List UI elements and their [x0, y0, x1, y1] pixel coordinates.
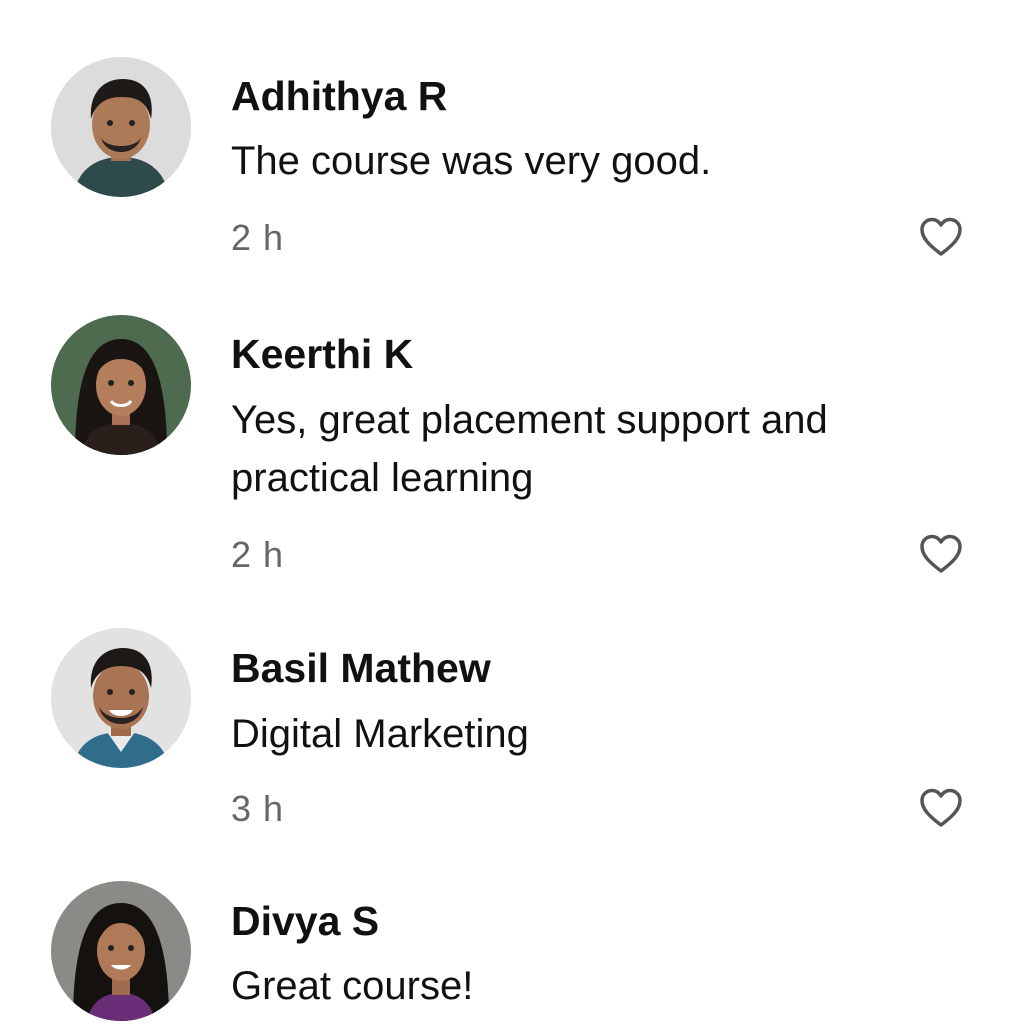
avatar[interactable]: [51, 57, 191, 197]
comment-timestamp: 3 h: [231, 788, 285, 829]
avatar[interactable]: [51, 628, 191, 768]
comment-text: Great course!: [231, 964, 474, 1008]
comment-timestamp: 2 h: [231, 534, 285, 575]
like-button[interactable]: [918, 216, 964, 258]
avatar-image: [51, 315, 191, 455]
comment-author[interactable]: Keerthi K: [231, 330, 413, 378]
comment-text: The course was very good.: [231, 139, 712, 183]
comment-text: Yes, great placement support and practic…: [231, 398, 828, 500]
avatar[interactable]: [51, 315, 191, 455]
comment-author[interactable]: Divya S: [231, 897, 379, 945]
avatar[interactable]: [51, 881, 191, 1021]
comment-author[interactable]: Adhithya R: [231, 72, 447, 120]
avatar-image: [51, 628, 191, 768]
comment-author[interactable]: Basil Mathew: [231, 644, 491, 692]
heart-outline-icon: [920, 788, 962, 827]
like-button[interactable]: [918, 787, 964, 829]
like-button[interactable]: [918, 533, 964, 575]
avatar-image: [51, 881, 191, 1021]
heart-outline-icon: [920, 217, 962, 256]
avatar-image: [51, 57, 191, 197]
heart-outline-icon: [920, 534, 962, 573]
comment-text: Digital Marketing: [231, 712, 529, 756]
comment-timestamp: 2 h: [231, 217, 285, 258]
